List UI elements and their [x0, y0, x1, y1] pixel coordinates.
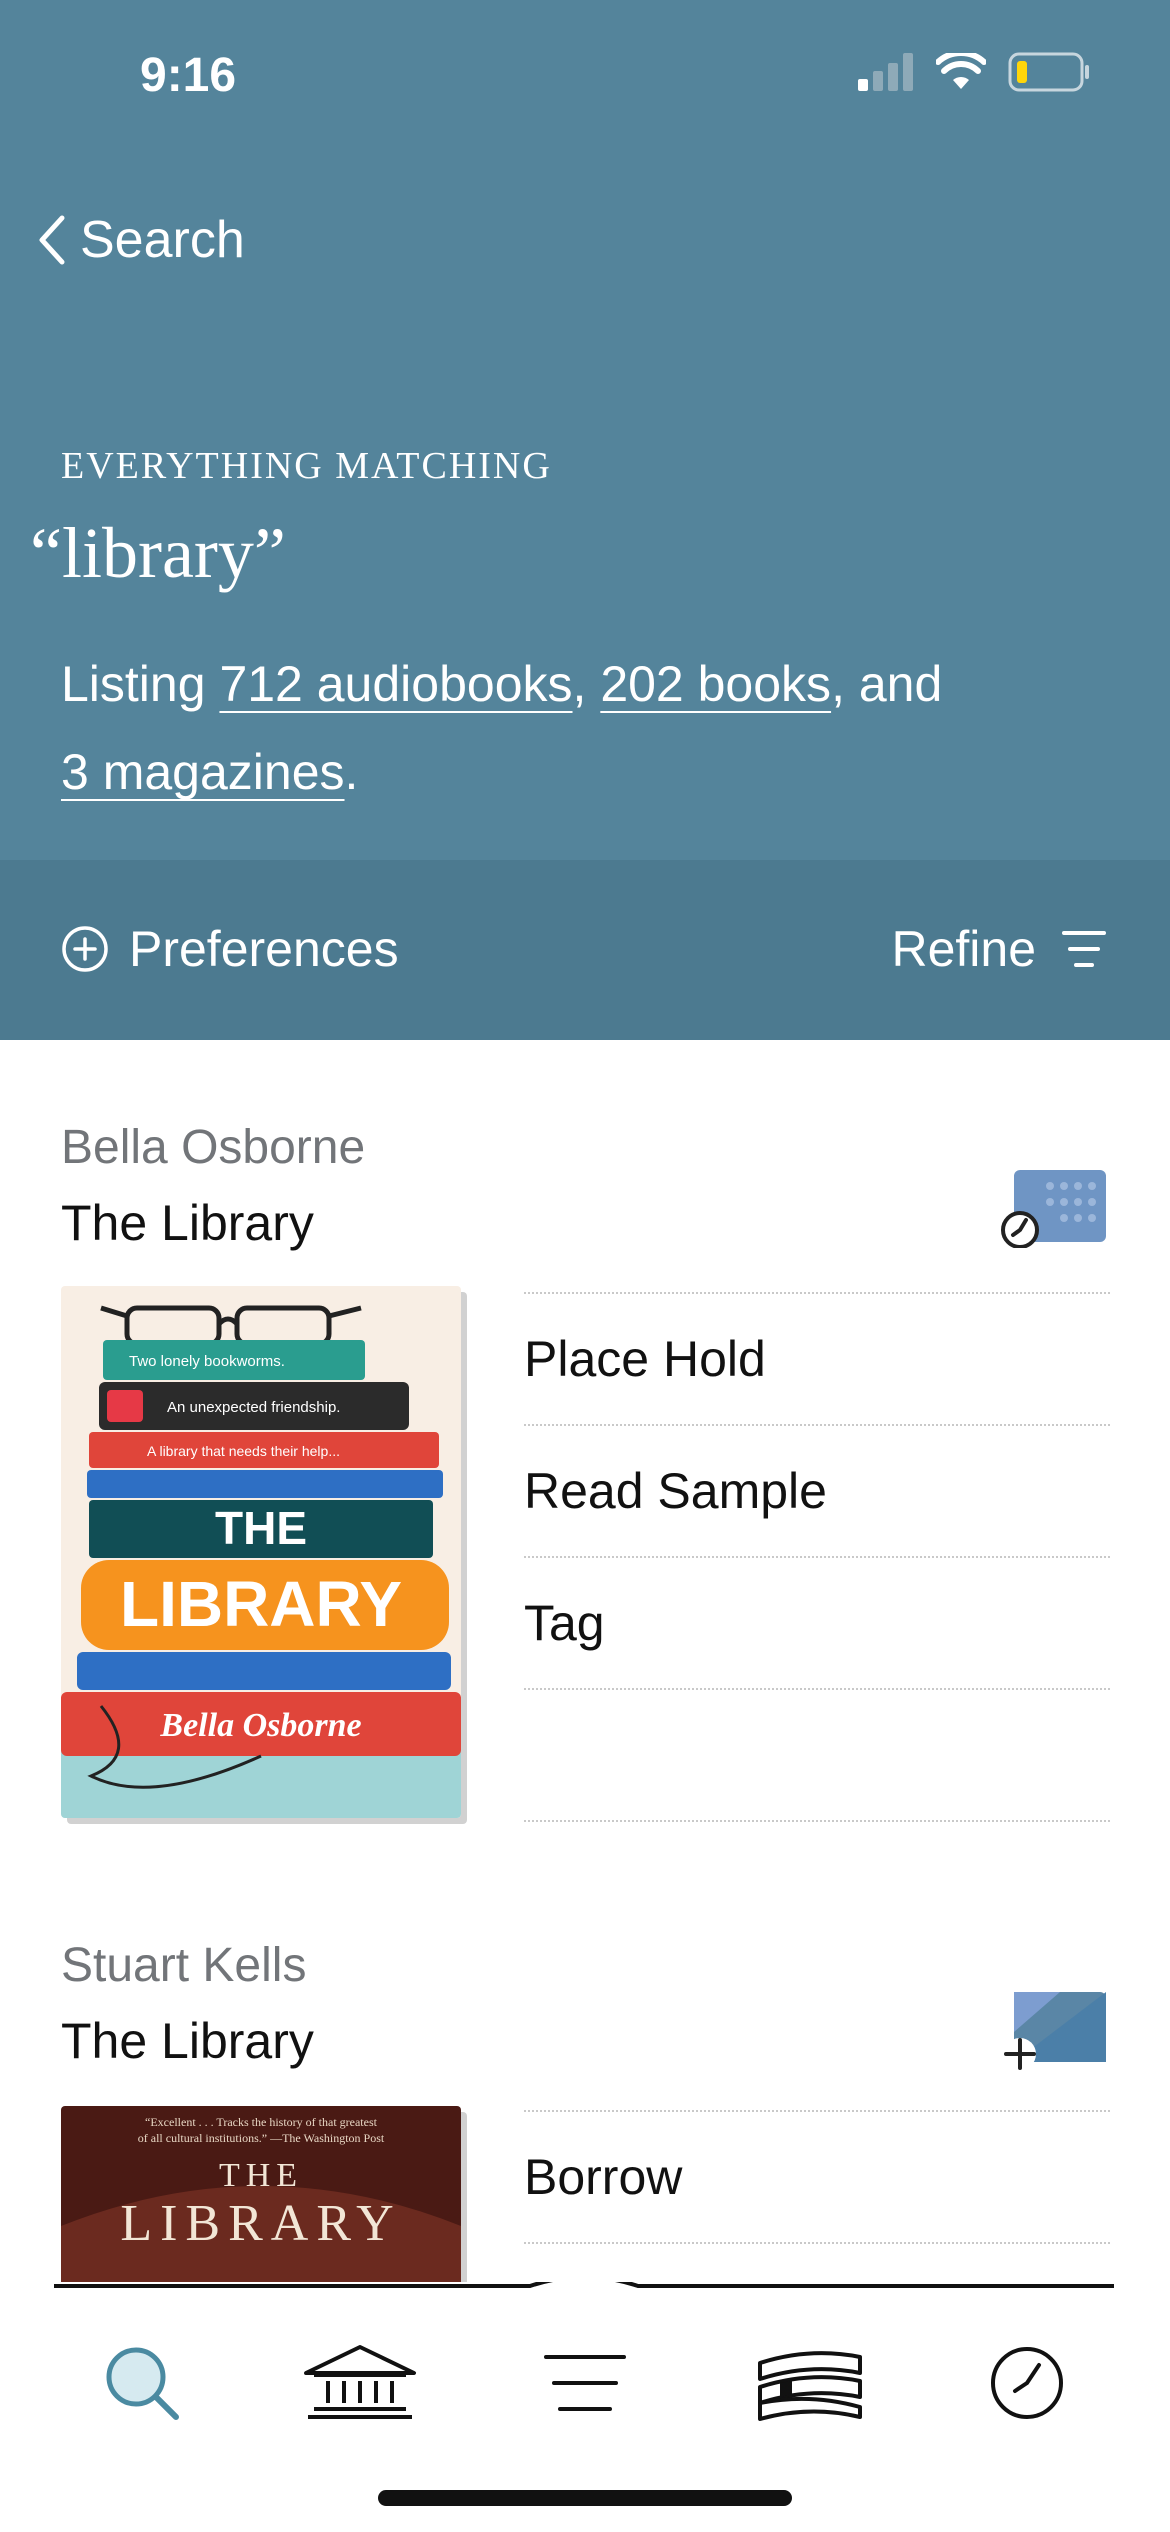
tag-button[interactable]: Tag [524, 1556, 1110, 1688]
cover-tagline-1: Two lonely bookworms. [129, 1353, 285, 1370]
back-button[interactable]: Search [38, 210, 245, 270]
cover-quote-1: “Excellent . . . Tracks the history of t… [145, 2115, 378, 2129]
chevron-left-icon [39, 215, 65, 265]
tab-activity[interactable] [957, 2328, 1097, 2438]
refine-button[interactable]: Refine [891, 920, 1106, 978]
menu-icon [544, 2355, 626, 2411]
tab-bar-divider [54, 2282, 1114, 2288]
plus-circle-icon [62, 926, 108, 972]
tab-libraries[interactable] [290, 2328, 430, 2438]
cover-tagline-3: A library that needs their help... [147, 1443, 340, 1459]
books-icon [758, 2351, 862, 2421]
cover-title-a: THE [219, 2157, 303, 2194]
result-title[interactable]: The Library [61, 1194, 314, 1252]
summary-sep2: , and [831, 656, 943, 712]
filter-bar: Preferences Refine [0, 860, 1170, 1040]
cover-author: Bella Osborne [159, 1707, 361, 1744]
library-icon [304, 2345, 416, 2419]
result-actions: Borrow [524, 2110, 1110, 2244]
result-author[interactable]: Stuart Kells [61, 1938, 306, 1993]
status-time: 9:16 [140, 49, 237, 102]
cellular-signal-icon [858, 53, 913, 91]
result-item: Bella Osborne The Library Two lonely boo… [0, 1040, 1170, 1840]
cover-title-b: LIBRARY [120, 1568, 402, 1640]
borrow-button[interactable]: Borrow [524, 2110, 1110, 2242]
clock-icon [991, 2347, 1063, 2419]
books-link[interactable]: 202 books [600, 656, 831, 712]
status-icons [858, 52, 1090, 92]
search-query: “library” [30, 513, 286, 593]
divider [524, 1820, 1110, 1822]
cover-title-a: THE [215, 1502, 307, 1554]
magazines-link[interactable]: 3 magazines [61, 744, 345, 800]
place-hold-button[interactable]: Place Hold [524, 1292, 1110, 1424]
preferences-label: Preferences [129, 921, 399, 977]
read-sample-button[interactable]: Read Sample [524, 1424, 1110, 1556]
action-spacer [524, 1688, 1110, 1820]
wifi-icon [936, 53, 986, 89]
tab-shelf[interactable] [740, 2328, 880, 2438]
search-icon [106, 2347, 179, 2420]
divider [524, 2242, 1110, 2244]
summary-suffix: . [344, 744, 359, 800]
result-title[interactable]: The Library [61, 2012, 314, 2070]
audiobook-hold-icon[interactable] [1000, 1168, 1110, 1253]
home-indicator [378, 2490, 792, 2506]
ebook-borrow-icon[interactable] [1000, 1992, 1110, 2077]
audiobooks-link[interactable]: 712 audiobooks [219, 656, 572, 712]
summary-prefix: Listing [61, 656, 220, 712]
tab-search[interactable] [72, 2328, 212, 2438]
preferences-button[interactable]: Preferences [61, 920, 399, 978]
book-cover[interactable]: “Excellent . . . Tracks the history of t… [61, 2106, 461, 2298]
summary-sep1: , [572, 656, 601, 712]
refine-label: Refine [891, 921, 1036, 977]
filter-lines-icon [1062, 931, 1106, 967]
search-header: 9:16 Search EVERYTHING MATCHING “library… [0, 0, 1170, 860]
cover-title-b: LIBRARY [120, 2195, 401, 2252]
back-label: Search [80, 211, 245, 269]
cover-tagline-2: An unexpected friendship. [167, 1399, 340, 1416]
results-eyebrow: EVERYTHING MATCHING [61, 445, 552, 487]
book-cover[interactable]: Two lonely bookworms. An unexpected frie… [61, 1286, 461, 1818]
result-item: Stuart Kells The Library “Excellent . . … [0, 1858, 1170, 2298]
result-author[interactable]: Bella Osborne [61, 1120, 365, 1175]
cover-quote-2: of all cultural institutions.” —The Wash… [138, 2131, 385, 2145]
tab-menu[interactable] [515, 2328, 655, 2438]
result-actions: Place Hold Read Sample Tag [524, 1292, 1110, 1822]
battery-icon [1008, 52, 1089, 92]
results-summary: Listing 712 audiobooks, 202 books, and 3… [61, 640, 1101, 816]
